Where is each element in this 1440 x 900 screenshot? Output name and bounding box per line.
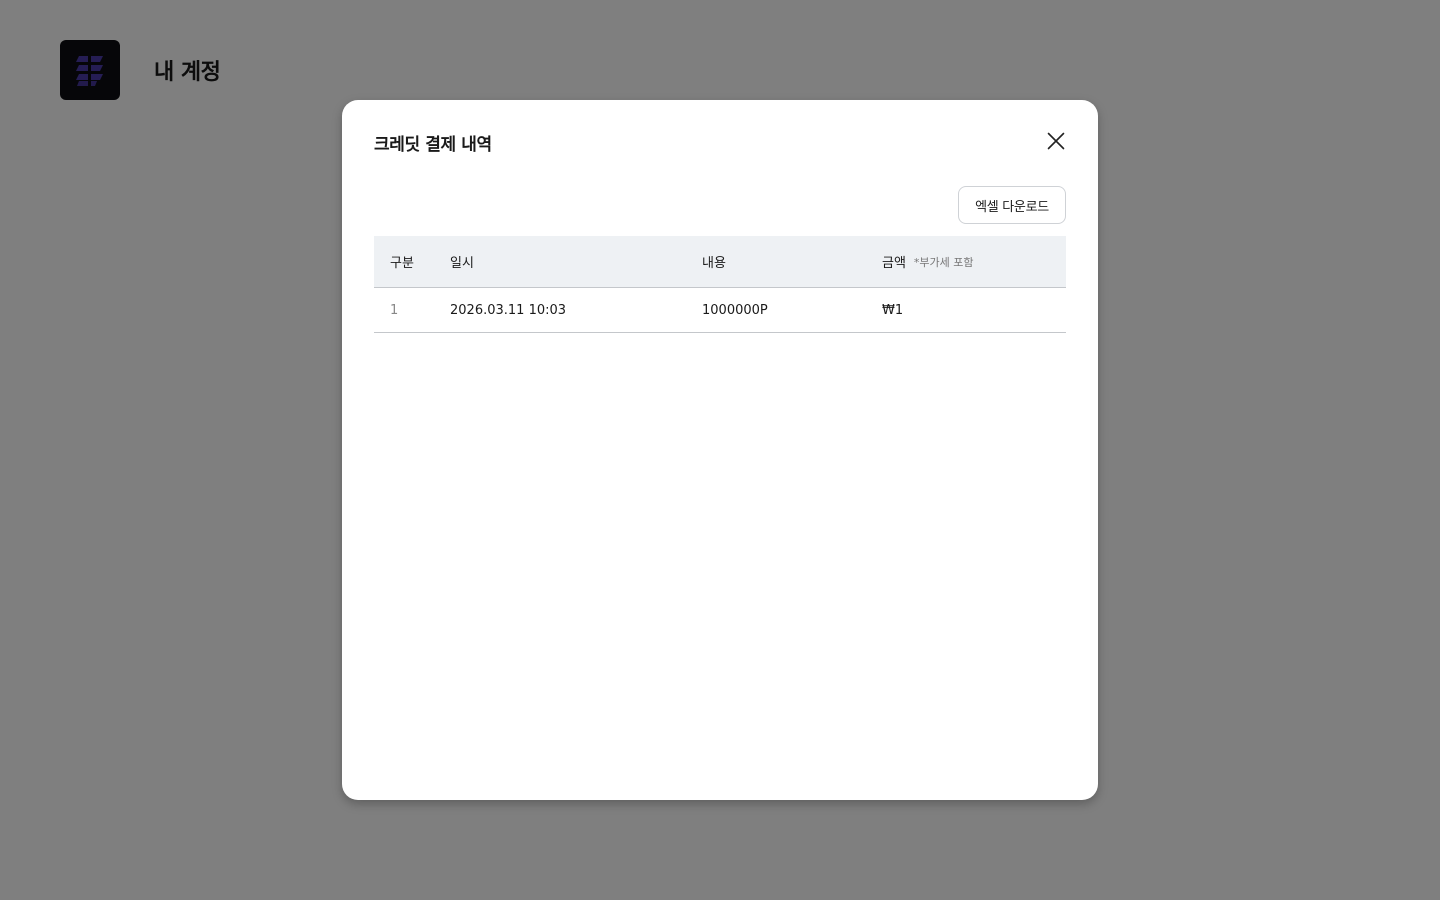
cell-content: 1000000P <box>702 302 768 318</box>
column-header-content: 내용 <box>702 256 726 271</box>
cell-index: 1 <box>390 302 399 318</box>
close-button[interactable] <box>1044 129 1068 153</box>
excel-download-button[interactable]: 엑셀 다운로드 <box>958 186 1066 224</box>
table-header-row: 구분 일시 내용 금액 *부가세 포함 <box>374 236 1066 288</box>
column-header-index: 구분 <box>390 256 414 271</box>
cell-datetime: 2026.03.11 10:03 <box>450 302 567 318</box>
column-header-amount: 금액 *부가세 포함 <box>882 236 974 287</box>
payment-history-table: 구분 일시 내용 금액 *부가세 포함 1 2026.03.11 10:03 1… <box>374 236 1066 333</box>
modal-title: 크레딧 결제 내역 <box>374 135 492 155</box>
table-row: 1 2026.03.11 10:03 1000000P ₩1 <box>374 288 1066 333</box>
cell-amount: ₩1 <box>882 302 904 318</box>
column-header-amount-label: 금액 <box>882 256 906 271</box>
credit-payment-history-modal: 크레딧 결제 내역 엑셀 다운로드 구분 일시 내용 금액 *부가세 포함 1 … <box>342 100 1098 800</box>
close-icon <box>1047 132 1065 150</box>
column-header-datetime: 일시 <box>450 256 474 271</box>
vat-included-note: *부가세 포함 <box>913 255 974 269</box>
